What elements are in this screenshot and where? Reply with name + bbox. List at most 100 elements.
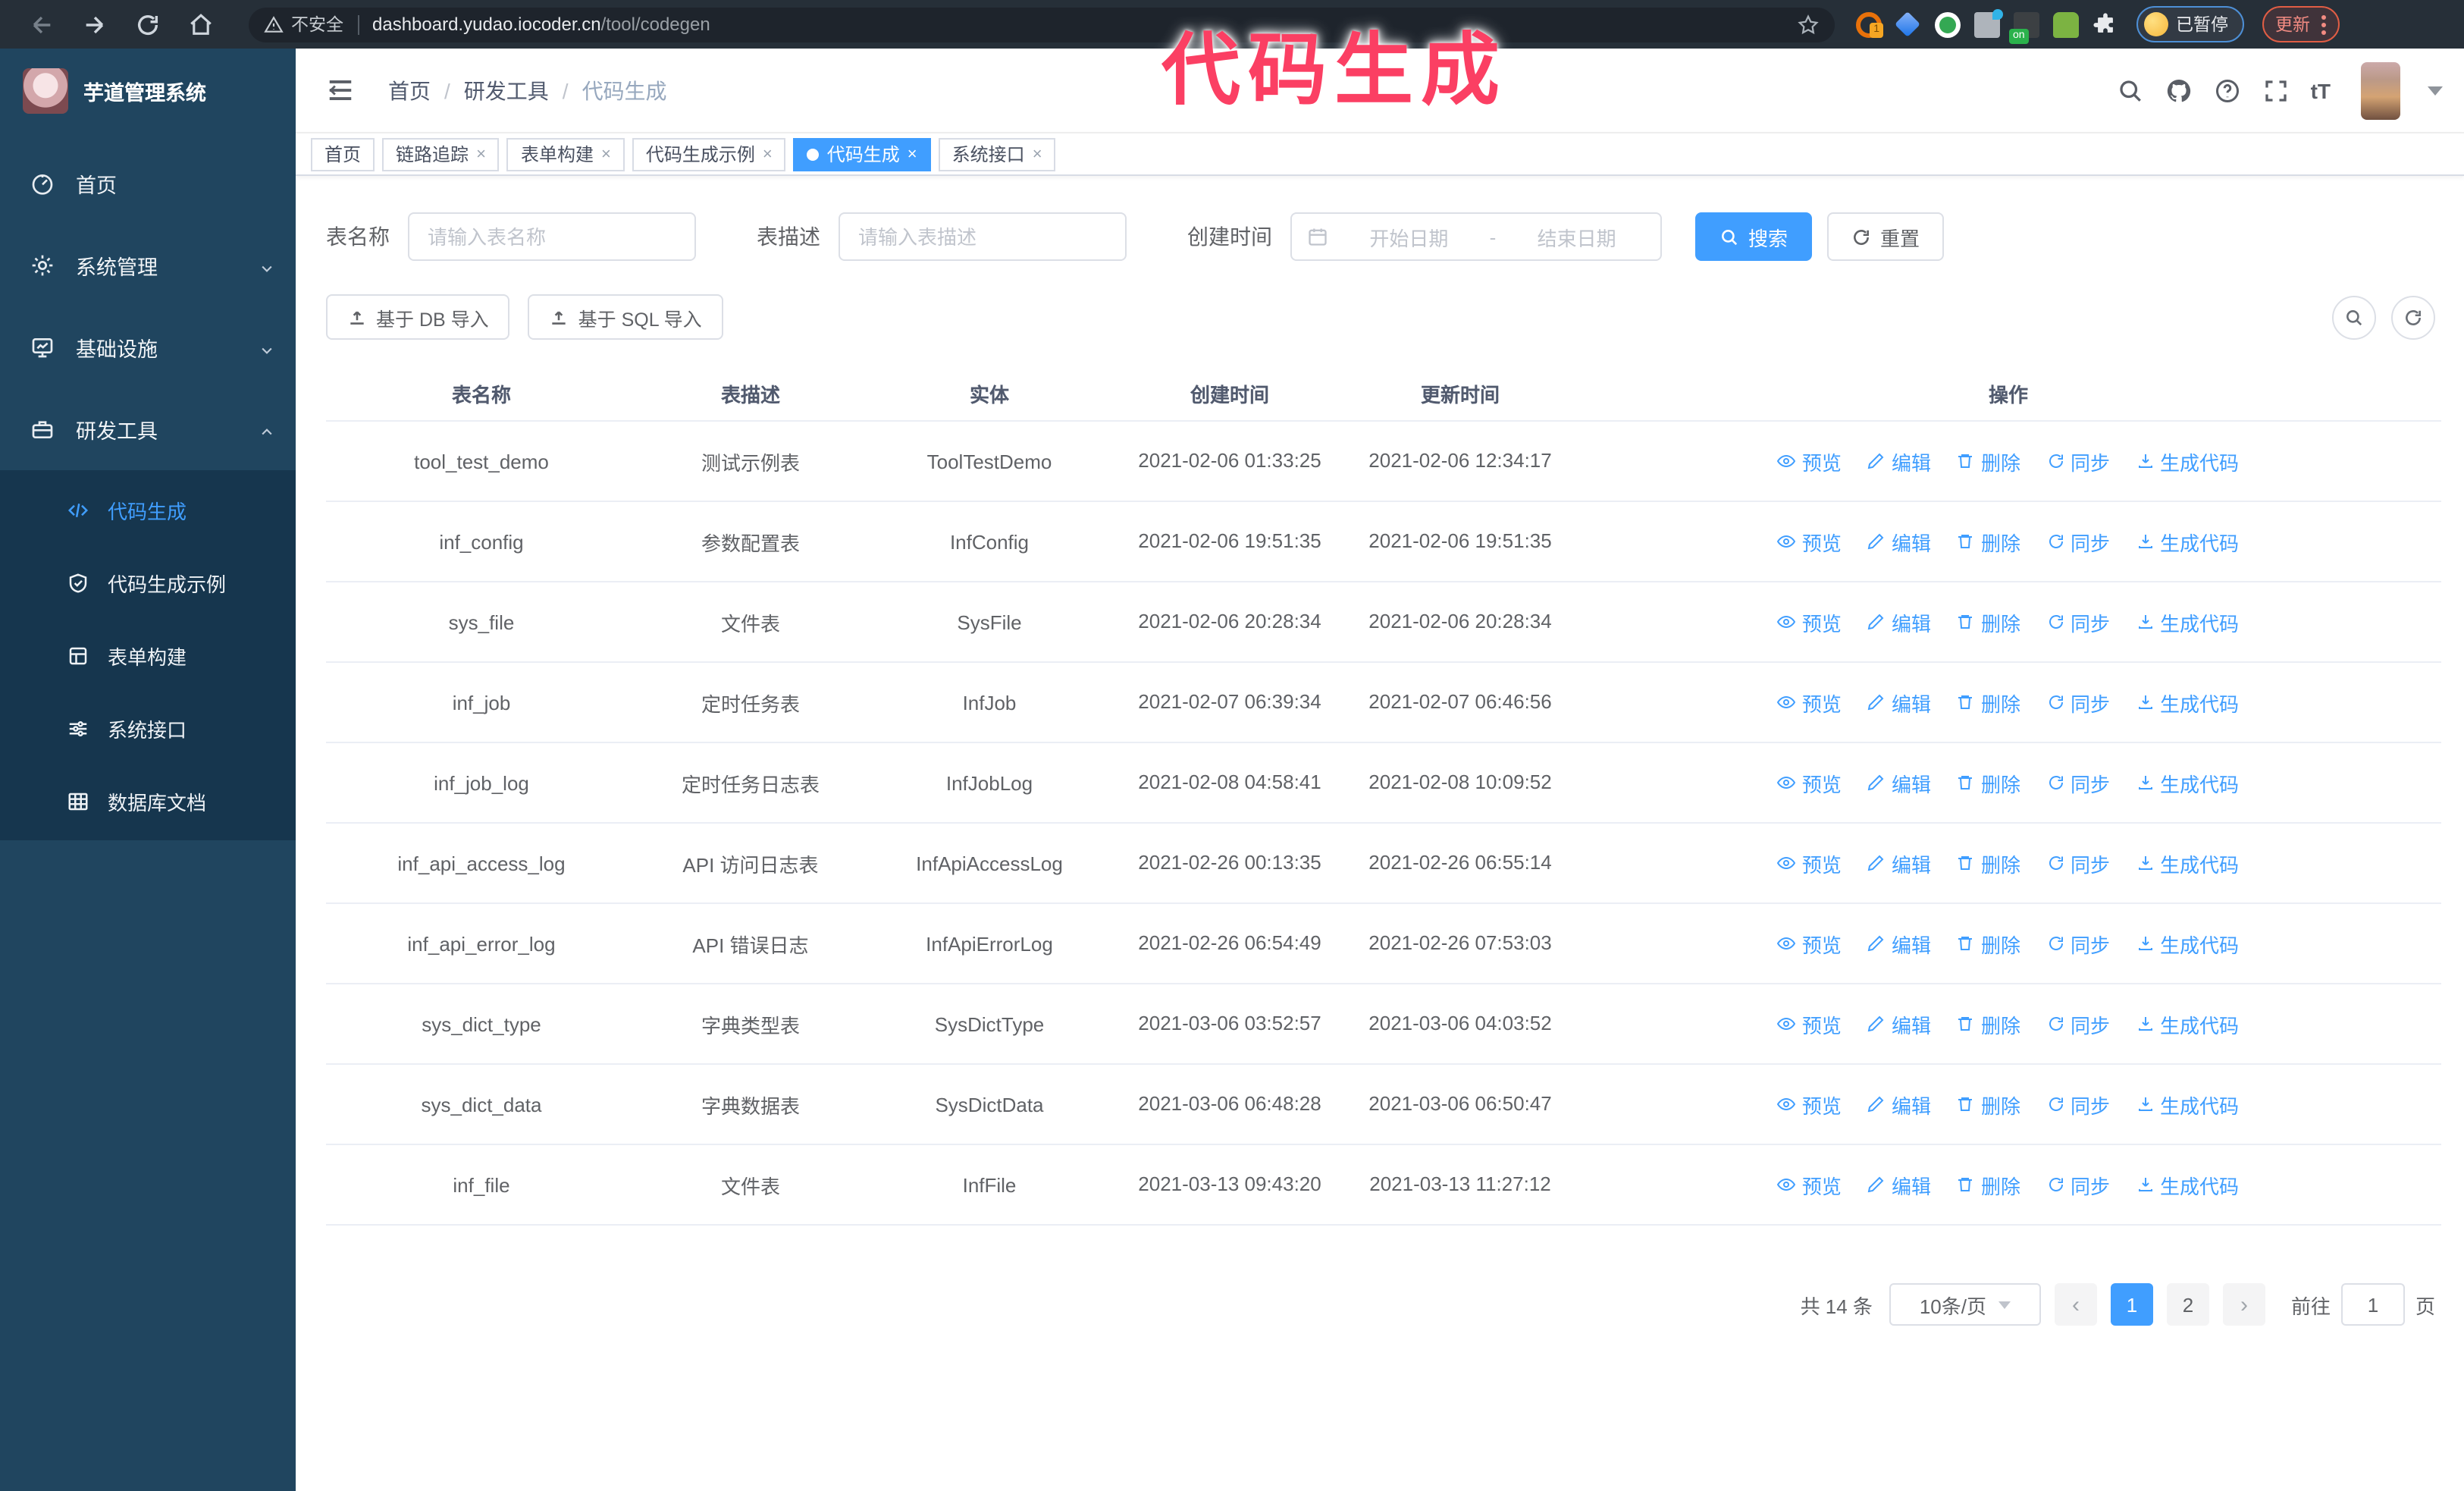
app-logo[interactable]: 芋道管理系统 — [0, 49, 296, 133]
user-menu-caret-icon[interactable] — [2428, 86, 2443, 95]
sync-link[interactable]: 同步 — [2046, 1170, 2110, 1199]
page-size-select[interactable]: 10条/页 — [1889, 1283, 2041, 1326]
edit-link[interactable]: 编辑 — [1867, 1170, 1931, 1199]
extension-switch-icon[interactable]: on — [2009, 11, 2039, 43]
tab-home[interactable]: 首页 — [311, 137, 375, 171]
sync-link[interactable]: 同步 — [2046, 849, 2110, 877]
preview-link[interactable]: 预览 — [1777, 688, 1842, 717]
profile-paused-pill[interactable]: 已暂停 — [2136, 6, 2243, 42]
generate-code-link[interactable]: 生成代码 — [2136, 1009, 2239, 1038]
breadcrumb-home[interactable]: 首页 — [388, 75, 431, 105]
page-button-1[interactable]: 1 — [2110, 1283, 2153, 1326]
sidebar-item-db-doc[interactable]: 数据库文档 — [0, 764, 296, 837]
delete-link[interactable]: 删除 — [1957, 1009, 2020, 1038]
page-button-2[interactable]: 2 — [2166, 1283, 2209, 1326]
goto-page-input[interactable] — [2340, 1283, 2405, 1326]
delete-link[interactable]: 删除 — [1957, 929, 2020, 958]
extension-check-icon[interactable] — [1935, 11, 1961, 37]
extension-columns-icon[interactable] — [1974, 8, 2003, 37]
sidebar-item-form-builder[interactable]: 表单构建 — [0, 619, 296, 692]
breadcrumb-devtools[interactable]: 研发工具 — [464, 75, 549, 105]
search-icon[interactable] — [2117, 77, 2144, 104]
preview-link[interactable]: 预览 — [1777, 447, 1842, 476]
preview-link[interactable]: 预览 — [1777, 849, 1842, 877]
delete-link[interactable]: 删除 — [1957, 527, 2020, 556]
import-db-button[interactable]: 基于 DB 导入 — [326, 294, 510, 340]
edit-link[interactable]: 编辑 — [1867, 929, 1931, 958]
delete-link[interactable]: 删除 — [1957, 607, 2020, 636]
tab-tracing[interactable]: 链路追踪 × — [382, 137, 500, 171]
close-icon[interactable]: × — [476, 145, 486, 163]
browser-home-icon[interactable] — [188, 11, 214, 37]
sidebar-item-codegen[interactable]: 代码生成 — [0, 473, 296, 546]
close-icon[interactable]: × — [908, 145, 917, 163]
sync-link[interactable]: 同步 — [2046, 1090, 2110, 1119]
close-icon[interactable]: × — [1033, 145, 1042, 163]
sync-link[interactable]: 同步 — [2046, 527, 2110, 556]
tab-codegen[interactable]: 代码生成 × — [793, 137, 931, 171]
sync-link[interactable]: 同步 — [2046, 1009, 2110, 1038]
collapse-sidebar-icon[interactable] — [326, 76, 355, 105]
browser-back-icon[interactable] — [29, 11, 55, 37]
sidebar-item-home[interactable]: 首页 — [0, 143, 296, 224]
generate-code-link[interactable]: 生成代码 — [2136, 607, 2239, 636]
preview-link[interactable]: 预览 — [1777, 527, 1842, 556]
extensions-puzzle-icon[interactable] — [2093, 11, 2118, 37]
security-warning[interactable]: 不安全 — [264, 12, 343, 36]
github-icon[interactable] — [2165, 77, 2193, 104]
next-page-button[interactable]: › — [2222, 1283, 2265, 1326]
close-icon[interactable]: × — [601, 145, 611, 163]
close-icon[interactable]: × — [763, 145, 773, 163]
import-sql-button[interactable]: 基于 SQL 导入 — [528, 294, 723, 340]
sync-link[interactable]: 同步 — [2046, 768, 2110, 797]
edit-link[interactable]: 编辑 — [1867, 607, 1931, 636]
browser-forward-icon[interactable] — [82, 11, 108, 37]
generate-code-link[interactable]: 生成代码 — [2136, 929, 2239, 958]
browser-reload-icon[interactable] — [135, 11, 161, 37]
delete-link[interactable]: 删除 — [1957, 768, 2020, 797]
delete-link[interactable]: 删除 — [1957, 1090, 2020, 1119]
delete-link[interactable]: 删除 — [1957, 849, 2020, 877]
delete-link[interactable]: 删除 — [1957, 688, 2020, 717]
sidebar-item-system[interactable]: 系统管理 — [0, 224, 296, 306]
browser-menu-icon[interactable] — [2321, 14, 2325, 34]
user-avatar[interactable] — [2361, 61, 2400, 119]
font-size-icon[interactable]: tT — [2311, 78, 2331, 102]
preview-link[interactable]: 预览 — [1777, 607, 1842, 636]
edit-link[interactable]: 编辑 — [1867, 1009, 1931, 1038]
edit-link[interactable]: 编辑 — [1867, 447, 1931, 476]
generate-code-link[interactable]: 生成代码 — [2136, 1090, 2239, 1119]
sidebar-item-system-api[interactable]: 系统接口 — [0, 692, 296, 764]
delete-link[interactable]: 删除 — [1957, 447, 2020, 476]
sync-link[interactable]: 同步 — [2046, 929, 2110, 958]
browser-update-button[interactable]: 更新 — [2262, 6, 2339, 42]
edit-link[interactable]: 编辑 — [1867, 768, 1931, 797]
preview-link[interactable]: 预览 — [1777, 1090, 1842, 1119]
address-bar[interactable]: 不安全 dashboard.yudao.iocoder.cn/tool/code… — [249, 7, 1835, 42]
bookmark-star-icon[interactable] — [1797, 13, 1820, 36]
delete-link[interactable]: 删除 — [1957, 1170, 2020, 1199]
tab-codegen-example[interactable]: 代码生成示例 × — [632, 137, 786, 171]
sync-link[interactable]: 同步 — [2046, 447, 2110, 476]
extension-orange-icon[interactable]: 1 — [1856, 11, 1883, 37]
table-name-input[interactable] — [408, 212, 696, 261]
table-desc-input[interactable] — [839, 212, 1127, 261]
extension-gem-icon[interactable] — [1895, 11, 1921, 37]
generate-code-link[interactable]: 生成代码 — [2136, 447, 2239, 476]
create-time-range-picker[interactable]: 开始日期 - 结束日期 — [1290, 212, 1662, 261]
extension-bug-icon[interactable] — [2053, 11, 2079, 37]
help-icon[interactable] — [2214, 77, 2241, 104]
hide-search-button[interactable] — [2332, 295, 2376, 339]
sidebar-item-devtools[interactable]: 研发工具 — [0, 388, 296, 470]
prev-page-button[interactable]: ‹ — [2054, 1283, 2097, 1326]
refresh-table-button[interactable] — [2391, 295, 2435, 339]
tab-form-builder[interactable]: 表单构建 × — [506, 137, 625, 171]
search-button[interactable]: 搜索 — [1695, 212, 1813, 261]
sync-link[interactable]: 同步 — [2046, 688, 2110, 717]
tab-system-api[interactable]: 系统接口 × — [938, 137, 1056, 171]
sidebar-item-infra[interactable]: 基础设施 — [0, 306, 296, 388]
generate-code-link[interactable]: 生成代码 — [2136, 527, 2239, 556]
fullscreen-icon[interactable] — [2262, 77, 2290, 104]
reset-button[interactable]: 重置 — [1827, 212, 1945, 261]
edit-link[interactable]: 编辑 — [1867, 527, 1931, 556]
